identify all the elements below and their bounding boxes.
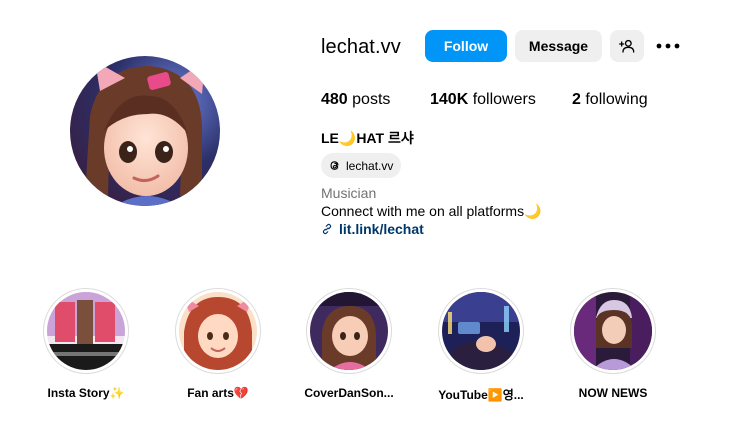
following-count-label: following [585, 91, 648, 108]
highlight-cover-image [179, 292, 257, 370]
highlight-cover [306, 288, 392, 374]
followers-count-value: 140K [430, 91, 469, 108]
more-options-button[interactable] [656, 36, 680, 56]
highlight-label: CoverDanSon... [304, 386, 394, 400]
highlight-label: NOW NEWS [578, 386, 648, 400]
following-count-value: 2 [572, 91, 581, 108]
highlight-cover [570, 288, 656, 374]
highlight-now-news[interactable]: NOW NEWS [565, 288, 661, 400]
profile-category: Musician [321, 185, 377, 201]
highlight-cover [175, 288, 261, 374]
more-options-icon [656, 43, 680, 49]
highlight-label: YouTube▶️영... [438, 388, 524, 402]
profile-external-link[interactable]: lit.link/lechat [321, 221, 424, 237]
highlight-cover-dance-song[interactable]: CoverDanSon... [301, 288, 397, 400]
posts-count-label: posts [352, 91, 391, 108]
highlight-cover-image [310, 292, 388, 370]
profile-full-name: LE🌙HAT 르샤 [321, 130, 414, 146]
threads-icon [330, 161, 339, 170]
posts-count-value: 480 [321, 91, 348, 108]
profile-avatar[interactable] [70, 56, 220, 206]
highlight-fan-arts[interactable]: Fan arts💔 [170, 288, 266, 400]
add-user-icon [619, 39, 635, 53]
profile-link-text: lit.link/lechat [339, 221, 424, 237]
suggested-users-button[interactable] [610, 30, 644, 62]
highlight-cover-image [442, 292, 520, 370]
followers-link[interactable]: 140K followers [430, 91, 536, 109]
profile-username: lechat.vv [321, 36, 401, 58]
highlight-cover-image [47, 292, 125, 370]
highlight-youtube[interactable]: YouTube▶️영... [433, 288, 529, 403]
follow-button[interactable]: Follow [425, 30, 507, 62]
highlight-label: Fan arts💔 [187, 386, 249, 400]
threads-handle: lechat.vv [346, 158, 394, 173]
posts-count: 480 posts [321, 91, 390, 109]
threads-badge[interactable]: lechat.vv [321, 153, 402, 178]
highlight-cover [43, 288, 129, 374]
highlight-cover [438, 288, 524, 374]
message-button[interactable]: Message [515, 30, 602, 62]
highlight-cover-image [574, 292, 652, 370]
profile-bio: Connect with me on all platforms🌙 [321, 203, 542, 219]
highlight-insta-story[interactable]: Insta Story✨ [38, 288, 134, 400]
following-link[interactable]: 2 following [572, 91, 648, 109]
highlight-label: Insta Story✨ [47, 386, 125, 400]
link-chain-icon [322, 223, 332, 235]
avatar-illustration [70, 56, 220, 206]
followers-count-label: followers [472, 91, 536, 108]
